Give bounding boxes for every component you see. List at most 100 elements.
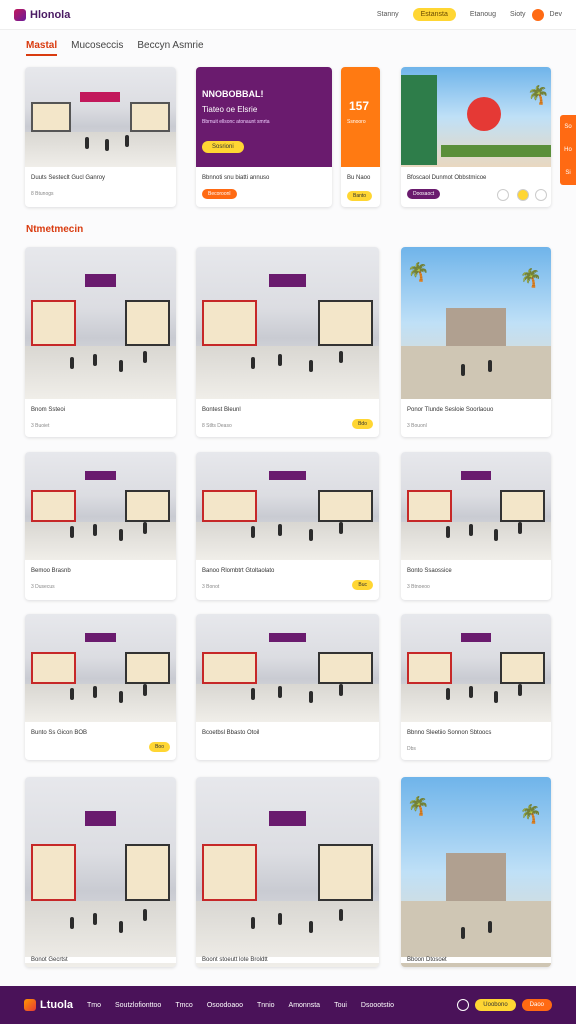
promo-button[interactable]: Sosrioni [202,141,244,153]
mall-image [401,452,551,560]
footer-link[interactable]: Tnnio [257,1002,275,1009]
promo-banner: NNOBOBBAL! Tiateo oe Elsrie Bbrnuit ells… [196,67,332,167]
card-caption: Bonot Gecrtst [25,957,176,963]
card-badge: Buc [352,580,373,590]
footer-button-1[interactable]: Uoobono [475,999,516,1011]
promo-line2: Tiateo oe Elsrie [202,105,258,114]
card-caption: Banoo Rlombtrt Gtoltaolato [202,568,275,574]
card-caption: Bnom Ssteoi [31,407,66,413]
card-caption: Ponor Tlunde Sesloie Soorlaouo [407,407,494,413]
promo-card[interactable]: NNOBOBBAL! Tiateo oe Elsrie Bbrnuit ells… [196,67,332,207]
card-caption: Bunto Ss Gicon BOB [31,730,88,736]
card-caption: Duuts Sesteclt Gucl Ganroy [31,175,106,181]
card-caption: Bcoetbsl Bbasto Otoil [202,730,260,736]
nav-item-3[interactable]: Etanoug [470,11,496,18]
mall-card[interactable]: Bonot Gecrtst [25,777,176,967]
mall-card[interactable]: Bcoetbsl Bbasto Otoil [196,614,379,760]
footer-link[interactable]: Tmco [175,1002,193,1009]
card-sub: 3 Btnoeoo [407,584,430,590]
top-icons: Sioty Dev [510,8,562,21]
side-tab-item[interactable]: Si [565,170,570,176]
card-sub: 8 Stlts Deaso [202,423,232,429]
card-sub: 3 Buoiet [31,423,50,429]
counter-number: 157 [349,99,370,113]
card-caption: Boont stoeutt lote Broldtt [196,957,379,963]
promo-caption: Bbnnoti snu biatti annuso [202,175,270,181]
counter-label: Ssnooro [347,119,366,125]
tab-1[interactable]: Mastal [26,40,58,56]
footer-link[interactable]: Dsoootstio [361,1002,394,1009]
tab-3[interactable]: Beccyn Asmrie [137,40,203,56]
counter-caption: Bu Naoo [347,175,371,181]
side-tab-item[interactable]: Ho [564,147,572,153]
footer-link[interactable]: Amonnsta [289,1002,321,1009]
counter-card[interactable]: 157 Ssnooro Bu Naoo Banto [341,67,380,207]
like-icon[interactable] [517,189,529,201]
mall-card[interactable]: Bonto Ssaossice 3 Btnoeoo [401,452,551,600]
more-icon[interactable] [535,189,547,201]
mall-card[interactable]: Bunto Ss Gicon BOB Boo [25,614,176,760]
mall-image [25,614,176,722]
counter-badge: Banto [347,191,373,201]
nav-item-5[interactable]: Dev [550,11,562,18]
featured-card-4[interactable]: 🌴 Bfoscaol Dunmot Obbstmicoe Doosaoct [401,67,551,207]
card-caption: Bemoo Brasnb [31,568,71,574]
mall-image [25,247,176,399]
mall-image: 🌴 🌴 [401,247,551,399]
side-tab[interactable]: So Ho Si [560,115,576,185]
mall-image [196,247,379,399]
nav-item-active[interactable]: Estansta [412,8,456,21]
mall-card[interactable]: Bemoo Brasnb 3 Dusecus [25,452,176,600]
card-caption: Bonto Ssaossice [407,568,452,574]
user-icon[interactable] [457,999,470,1011]
promo-badge: Becoroonl [202,189,237,199]
mall-image [25,452,176,560]
card-caption: Bboon Dtosoet [401,957,551,963]
footer-button-2[interactable]: Daoo [521,999,552,1011]
mall-image [25,67,176,167]
card-caption: Bbnno Sleetiio Sonnon Sbtoocs [407,730,492,736]
tab-bar: Mastal Mucoseccis Beccyn Asmrie [26,40,204,56]
mall-card[interactable]: Bontest Bleunl 8 Stlts Deaso Bdo [196,247,379,437]
mall-image [196,777,379,967]
nav-item-4[interactable]: Sioty [510,11,526,18]
mall-card[interactable]: 🌴 🌴 Ponor Tlunde Sesloie Soorlaouo 3 Bouonl [401,247,551,437]
profile-icon[interactable] [531,8,544,21]
tab-2[interactable]: Mucoseccis [71,40,123,56]
share-icon[interactable] [497,189,509,201]
card-badge: Doosaoct [407,189,441,199]
promo-line3: Bbrnuit ellsonc atonaunt smrta [202,119,270,125]
footer-link[interactable]: Toui [334,1002,347,1009]
footer-logo[interactable]: Ltuola [24,999,73,1011]
card-badge: Boo [149,742,170,752]
footer: Ltuola Tmo Soutzlofionttoo Tmco Osoodoao… [0,986,576,1024]
mall-card[interactable]: Bnom Ssteoi 3 Buoiet [25,247,176,437]
card-sub: 3 Bonot [202,584,220,590]
footer-link[interactable]: Soutzlofionttoo [115,1002,161,1009]
card-caption: Bontest Bleunl [202,407,241,413]
mall-card[interactable]: Banoo Rlombtrt Gtoltaolato 3 Bonot Buc [196,452,379,600]
side-tab-item[interactable]: So [564,124,571,130]
page: Hlonola Stanny Estansta Etanoug Sioty De… [0,0,576,1024]
footer-link[interactable]: Tmo [87,1002,101,1009]
mall-card[interactable]: Boont stoeutt lote Broldtt [196,777,379,967]
card-sub: 3 Dusecus [31,584,55,590]
featured-card-1[interactable]: Duuts Sesteclt Gucl Ganroy 8 Btunogs [25,67,176,207]
nav-item-1[interactable]: Stanny [377,11,399,18]
mall-image [401,614,551,722]
mall-card[interactable]: 🌴 🌴 Bboon Dtosoet [401,777,551,967]
card-caption: Bfoscaol Dunmot Obbstmicoe [407,175,487,181]
palm-icon: 🌴 [527,85,550,105]
section-title: Ntmetmecin [26,224,84,235]
card-sub: 3 Bouonl [407,423,427,429]
card-sub: 8 Btunogs [31,191,54,197]
mall-image [196,452,379,560]
top-nav: Stanny Estansta Etanoug Sioty Dev [377,8,562,21]
footer-link[interactable]: Osoodoaoo [207,1002,243,1009]
logo[interactable]: Hlonola [14,8,70,21]
logo-icon [14,8,26,21]
footer-logo-text: Ltuola [40,999,73,1011]
counter-banner: 157 Ssnooro [341,67,380,167]
footer-actions: Uoobono Daoo [457,999,552,1011]
mall-card[interactable]: Bbnno Sleetiio Sonnon Sbtoocs Dbs [401,614,551,760]
